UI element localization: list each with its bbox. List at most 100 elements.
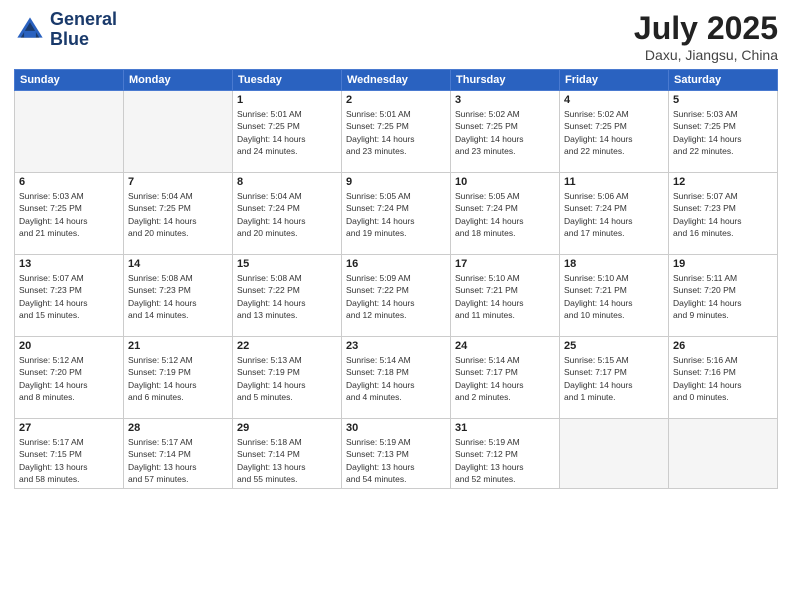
- day-number: 3: [455, 94, 555, 106]
- day-number: 7: [128, 176, 228, 188]
- day-number: 14: [128, 258, 228, 270]
- calendar-cell: 10Sunrise: 5:05 AM Sunset: 7:24 PM Dayli…: [451, 173, 560, 255]
- day-number: 31: [455, 422, 555, 434]
- weekday-header: Saturday: [669, 70, 778, 91]
- weekday-header: Friday: [560, 70, 669, 91]
- calendar-cell: 13 Sunrise: 5:07 AM Sunset: 7:23 PM Dayli…: [15, 255, 124, 337]
- calendar-cell: 20 Sunrise: 5:12 AM Sunset: 7:20 PM Dayli…: [15, 337, 124, 419]
- day-info: Sunrise: 5:01 AM Sunset: 7:25 PM Dayligh…: [346, 108, 446, 157]
- calendar-cell: [669, 419, 778, 489]
- day-number: 16: [346, 258, 446, 270]
- logo: General Blue: [14, 10, 117, 50]
- day-number: 5: [673, 94, 773, 106]
- calendar-cell: 26 Sunrise: 5:16 AM Sunset: 7:16 PM Dayli…: [669, 337, 778, 419]
- calendar-week-row: 27 Sunrise: 5:17 AM Sunset: 7:15 PM Dayli…: [15, 419, 778, 489]
- weekday-header: Thursday: [451, 70, 560, 91]
- day-number: 12: [673, 176, 773, 188]
- day-info: Sunrise: 5:04 AM Sunset: 7:24 PM Dayligh…: [237, 190, 337, 239]
- calendar-header-row: SundayMondayTuesdayWednesdayThursdayFrid…: [15, 70, 778, 91]
- calendar-cell: [124, 91, 233, 173]
- day-info: Sunrise: 5:19 AM Sunset: 7:12 PM Dayligh…: [455, 436, 555, 485]
- calendar-cell: 28 Sunrise: 5:17 AM Sunset: 7:14 PM Dayli…: [124, 419, 233, 489]
- day-number: 10: [455, 176, 555, 188]
- header: General Blue July 2025 Daxu, Jiangsu, Ch…: [14, 10, 778, 63]
- day-number: 21: [128, 340, 228, 352]
- day-info: Sunrise: 5:15 AM Sunset: 7:17 PM Dayligh…: [564, 354, 664, 403]
- day-number: 30: [346, 422, 446, 434]
- day-info: Sunrise: 5:12 AM Sunset: 7:20 PM Dayligh…: [19, 354, 119, 403]
- calendar-cell: 27 Sunrise: 5:17 AM Sunset: 7:15 PM Dayli…: [15, 419, 124, 489]
- calendar-cell: [560, 419, 669, 489]
- calendar-cell: 21 Sunrise: 5:12 AM Sunset: 7:19 PM Dayli…: [124, 337, 233, 419]
- day-number: 23: [346, 340, 446, 352]
- day-number: 4: [564, 94, 664, 106]
- month-title: July 2025: [634, 10, 778, 47]
- weekday-header: Sunday: [15, 70, 124, 91]
- day-number: 17: [455, 258, 555, 270]
- day-info: Sunrise: 5:07 AM Sunset: 7:23 PM Dayligh…: [19, 272, 119, 321]
- weekday-header: Tuesday: [233, 70, 342, 91]
- day-number: 8: [237, 176, 337, 188]
- calendar-week-row: 6Sunrise: 5:03 AM Sunset: 7:25 PM Daylig…: [15, 173, 778, 255]
- day-info: Sunrise: 5:05 AM Sunset: 7:24 PM Dayligh…: [346, 190, 446, 239]
- calendar-cell: 29Sunrise: 5:18 AM Sunset: 7:14 PM Dayli…: [233, 419, 342, 489]
- calendar-cell: 23 Sunrise: 5:14 AM Sunset: 7:18 PM Dayli…: [342, 337, 451, 419]
- calendar-week-row: 20 Sunrise: 5:12 AM Sunset: 7:20 PM Dayli…: [15, 337, 778, 419]
- day-number: 28: [128, 422, 228, 434]
- calendar-cell: [15, 91, 124, 173]
- calendar-cell: 8 Sunrise: 5:04 AM Sunset: 7:24 PM Daylig…: [233, 173, 342, 255]
- day-number: 11: [564, 176, 664, 188]
- calendar-cell: 4 Sunrise: 5:02 AM Sunset: 7:25 PM Daylig…: [560, 91, 669, 173]
- calendar-cell: 19Sunrise: 5:11 AM Sunset: 7:20 PM Dayli…: [669, 255, 778, 337]
- calendar-cell: 11 Sunrise: 5:06 AM Sunset: 7:24 PM Dayli…: [560, 173, 669, 255]
- calendar-cell: 31 Sunrise: 5:19 AM Sunset: 7:12 PM Dayli…: [451, 419, 560, 489]
- day-number: 24: [455, 340, 555, 352]
- day-info: Sunrise: 5:14 AM Sunset: 7:18 PM Dayligh…: [346, 354, 446, 403]
- day-info: Sunrise: 5:10 AM Sunset: 7:21 PM Dayligh…: [455, 272, 555, 321]
- day-number: 13: [19, 258, 119, 270]
- day-number: 27: [19, 422, 119, 434]
- day-info: Sunrise: 5:16 AM Sunset: 7:16 PM Dayligh…: [673, 354, 773, 403]
- calendar-cell: 24 Sunrise: 5:14 AM Sunset: 7:17 PM Dayli…: [451, 337, 560, 419]
- day-info: Sunrise: 5:06 AM Sunset: 7:24 PM Dayligh…: [564, 190, 664, 239]
- day-info: Sunrise: 5:03 AM Sunset: 7:25 PM Dayligh…: [673, 108, 773, 157]
- day-info: Sunrise: 5:19 AM Sunset: 7:13 PM Dayligh…: [346, 436, 446, 485]
- calendar-cell: 22Sunrise: 5:13 AM Sunset: 7:19 PM Dayli…: [233, 337, 342, 419]
- calendar-cell: 3 Sunrise: 5:02 AM Sunset: 7:25 PM Daylig…: [451, 91, 560, 173]
- calendar-cell: 16Sunrise: 5:09 AM Sunset: 7:22 PM Dayli…: [342, 255, 451, 337]
- day-info: Sunrise: 5:17 AM Sunset: 7:15 PM Dayligh…: [19, 436, 119, 485]
- day-info: Sunrise: 5:01 AM Sunset: 7:25 PM Dayligh…: [237, 108, 337, 157]
- calendar-week-row: 13 Sunrise: 5:07 AM Sunset: 7:23 PM Dayli…: [15, 255, 778, 337]
- title-block: July 2025 Daxu, Jiangsu, China: [634, 10, 778, 63]
- logo-text: General Blue: [50, 10, 117, 50]
- day-info: Sunrise: 5:14 AM Sunset: 7:17 PM Dayligh…: [455, 354, 555, 403]
- day-number: 2: [346, 94, 446, 106]
- day-info: Sunrise: 5:04 AM Sunset: 7:25 PM Dayligh…: [128, 190, 228, 239]
- weekday-header: Wednesday: [342, 70, 451, 91]
- calendar-cell: 15Sunrise: 5:08 AM Sunset: 7:22 PM Dayli…: [233, 255, 342, 337]
- day-info: Sunrise: 5:02 AM Sunset: 7:25 PM Dayligh…: [455, 108, 555, 157]
- calendar-cell: 30 Sunrise: 5:19 AM Sunset: 7:13 PM Dayli…: [342, 419, 451, 489]
- page: General Blue July 2025 Daxu, Jiangsu, Ch…: [0, 0, 792, 612]
- day-info: Sunrise: 5:10 AM Sunset: 7:21 PM Dayligh…: [564, 272, 664, 321]
- calendar-cell: 25 Sunrise: 5:15 AM Sunset: 7:17 PM Dayli…: [560, 337, 669, 419]
- day-info: Sunrise: 5:02 AM Sunset: 7:25 PM Dayligh…: [564, 108, 664, 157]
- day-info: Sunrise: 5:18 AM Sunset: 7:14 PM Dayligh…: [237, 436, 337, 485]
- calendar-cell: 2 Sunrise: 5:01 AM Sunset: 7:25 PM Daylig…: [342, 91, 451, 173]
- day-number: 26: [673, 340, 773, 352]
- day-info: Sunrise: 5:11 AM Sunset: 7:20 PM Dayligh…: [673, 272, 773, 321]
- calendar-cell: 12 Sunrise: 5:07 AM Sunset: 7:23 PM Dayli…: [669, 173, 778, 255]
- day-info: Sunrise: 5:12 AM Sunset: 7:19 PM Dayligh…: [128, 354, 228, 403]
- day-number: 6: [19, 176, 119, 188]
- day-info: Sunrise: 5:17 AM Sunset: 7:14 PM Dayligh…: [128, 436, 228, 485]
- day-number: 20: [19, 340, 119, 352]
- calendar-cell: 18Sunrise: 5:10 AM Sunset: 7:21 PM Dayli…: [560, 255, 669, 337]
- calendar-cell: 14Sunrise: 5:08 AM Sunset: 7:23 PM Dayli…: [124, 255, 233, 337]
- logo-line2: Blue: [50, 30, 117, 50]
- day-number: 25: [564, 340, 664, 352]
- day-info: Sunrise: 5:13 AM Sunset: 7:19 PM Dayligh…: [237, 354, 337, 403]
- logo-line1: General: [50, 10, 117, 30]
- day-number: 9: [346, 176, 446, 188]
- calendar-cell: 7 Sunrise: 5:04 AM Sunset: 7:25 PM Daylig…: [124, 173, 233, 255]
- day-info: Sunrise: 5:07 AM Sunset: 7:23 PM Dayligh…: [673, 190, 773, 239]
